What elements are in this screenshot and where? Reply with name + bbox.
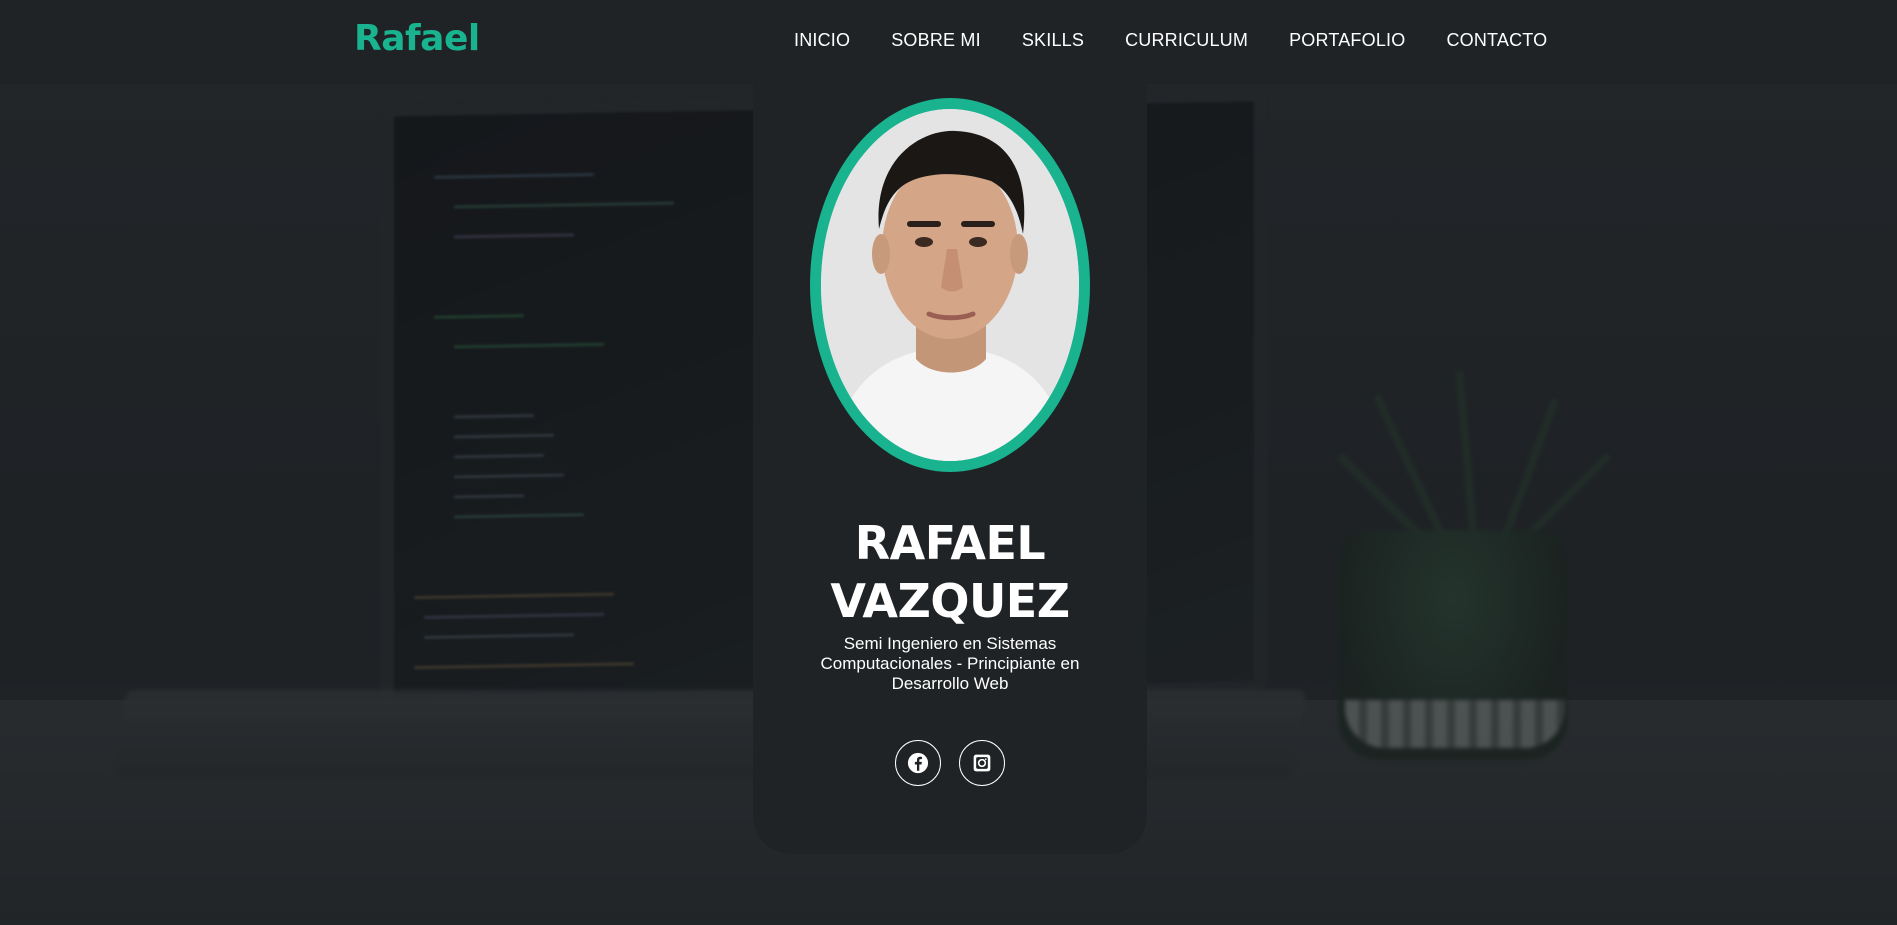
nav-item-sobre-mi[interactable]: SOBRE MI — [891, 30, 981, 51]
social-links — [753, 740, 1147, 786]
instagram-link[interactable] — [959, 740, 1005, 786]
profile-card: RAFAEL VAZQUEZ Semi Ingeniero en Sistema… — [753, 84, 1147, 854]
nav-item-inicio[interactable]: INICIO — [794, 30, 850, 51]
profile-photo — [821, 109, 1079, 461]
facebook-icon — [907, 752, 929, 774]
nav-item-contacto[interactable]: CONTACTO — [1446, 30, 1547, 51]
profile-description: Semi Ingeniero en Sistemas Computacional… — [820, 634, 1080, 693]
nav-item-portafolio[interactable]: PORTAFOLIO — [1289, 30, 1405, 51]
avatar-ring — [810, 98, 1090, 472]
nav-item-curriculum[interactable]: CURRICULUM — [1125, 30, 1248, 51]
page: Rafael INICIO SOBRE MI SKILLS CURRICULUM… — [0, 0, 1897, 925]
site-header: Rafael INICIO SOBRE MI SKILLS CURRICULUM… — [0, 0, 1897, 84]
main-nav: INICIO SOBRE MI SKILLS CURRICULUM PORTAF… — [794, 30, 1588, 51]
instagram-icon — [972, 753, 992, 773]
facebook-link[interactable] — [895, 740, 941, 786]
profile-name: RAFAEL VAZQUEZ — [753, 514, 1147, 630]
site-logo[interactable]: Rafael — [354, 18, 480, 59]
profile-first-name: RAFAEL — [854, 516, 1046, 570]
profile-last-name: VAZQUEZ — [830, 574, 1070, 628]
nav-item-skills[interactable]: SKILLS — [1022, 30, 1084, 51]
